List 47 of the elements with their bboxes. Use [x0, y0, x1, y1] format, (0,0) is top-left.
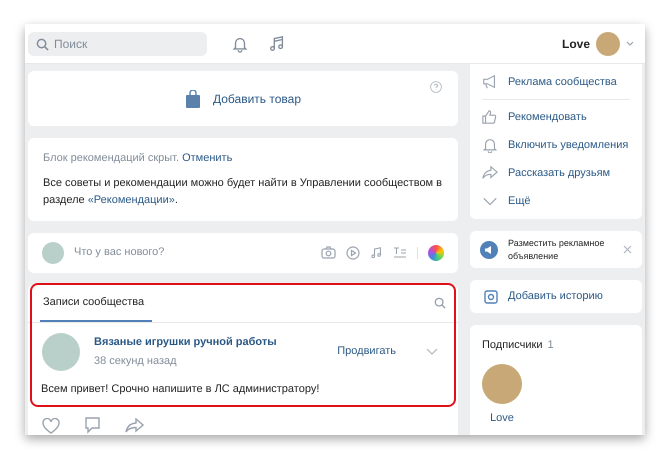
heart-icon[interactable]	[42, 418, 60, 434]
menu-item[interactable]: Рассказать друзьям	[508, 164, 610, 182]
user-avatar[interactable]	[596, 32, 620, 56]
music-note-icon[interactable]	[268, 34, 286, 52]
add-product-link[interactable]: Добавить товар	[213, 90, 301, 108]
user-name[interactable]: Love	[562, 34, 590, 52]
search-icon[interactable]	[434, 297, 446, 309]
community-avatar	[42, 242, 64, 264]
menu-item[interactable]: Рекомендовать	[508, 108, 587, 126]
music-note-icon[interactable]	[370, 246, 383, 260]
help-icon[interactable]	[430, 81, 442, 93]
subscribers-count: 1	[548, 338, 554, 353]
add-story-link[interactable]: Добавить историю	[508, 288, 603, 305]
share-arrow-icon	[482, 165, 498, 181]
menu-item[interactable]: Включить уведомления	[508, 136, 628, 154]
close-icon[interactable]	[623, 245, 632, 254]
shopping-bag-icon	[185, 90, 201, 108]
community-avatar[interactable]	[42, 332, 80, 370]
search-field[interactable]: Поиск	[28, 32, 207, 56]
megaphone-icon	[482, 74, 498, 90]
menu-item[interactable]: Реклама сообщества	[508, 74, 617, 90]
recommendations-link[interactable]: «Рекомендации»	[88, 194, 175, 206]
subscribers-title[interactable]: Подписчики	[482, 337, 543, 354]
ad-link[interactable]: Разместить рекламное объявление	[508, 236, 613, 262]
text-format-icon[interactable]	[393, 246, 407, 258]
promote-link[interactable]: Продвигать	[337, 343, 396, 360]
menu-item[interactable]: Ещё	[508, 192, 531, 210]
thumbs-up-icon	[482, 109, 498, 125]
chevron-down-icon[interactable]	[626, 41, 634, 46]
play-icon[interactable]	[346, 246, 360, 260]
bell-icon	[482, 137, 498, 153]
subscriber-avatar[interactable]	[482, 364, 522, 404]
megaphone-icon	[480, 240, 498, 258]
share-arrow-icon[interactable]	[125, 418, 144, 433]
wall-tab[interactable]: Записи сообщества	[40, 284, 152, 322]
undo-link[interactable]: Отменить	[182, 150, 232, 166]
chevron-down-icon[interactable]	[426, 348, 438, 355]
search-icon	[36, 38, 49, 50]
notice-message: Все советы и рекомендации можно будет найти в Управлении сообществом в разделе «Рекомендации».	[43, 176, 443, 208]
camera-icon	[484, 290, 498, 304]
camera-icon[interactable]	[321, 246, 336, 259]
subscriber-name[interactable]: Love	[490, 410, 514, 426]
author-avatar-icon[interactable]	[428, 244, 444, 260]
post-text: Всем привет! Срочно напишите в ЛС администратору!	[40, 382, 320, 396]
post-author[interactable]: Вязаные игрушки ручной работы	[94, 334, 324, 350]
comment-icon[interactable]	[84, 417, 101, 434]
notice-status: Блок рекомендаций скрыт.	[43, 151, 180, 166]
